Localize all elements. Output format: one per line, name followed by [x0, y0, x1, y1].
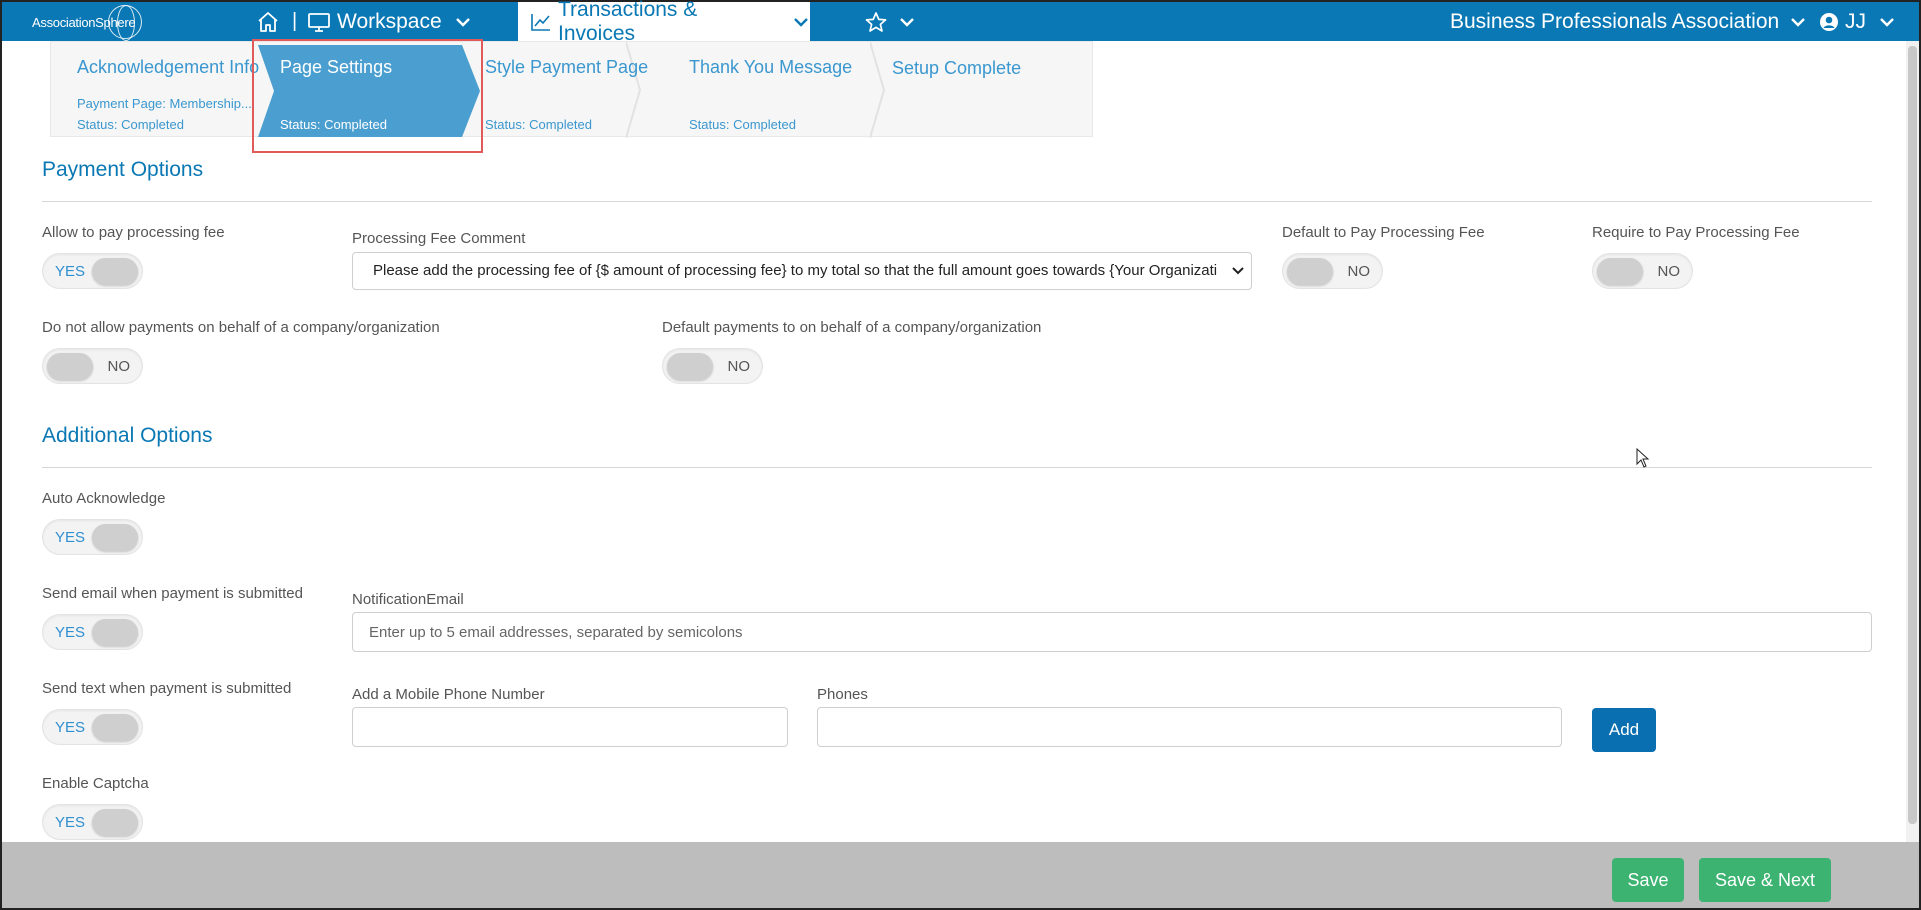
scrollbar-thumb[interactable] [1908, 46, 1917, 824]
default-behalf-company-label: Default payments to on behalf of a compa… [662, 319, 1042, 336]
require-processing-fee-toggle[interactable]: NO [1592, 253, 1693, 289]
auto-acknowledge-toggle[interactable]: YES [42, 519, 143, 555]
step-status: Status: Completed [77, 117, 184, 132]
save-and-next-button[interactable]: Save & Next [1699, 858, 1831, 902]
mobile-phone-label: Add a Mobile Phone Number [352, 686, 545, 703]
step-title: Acknowledgement Info [77, 57, 260, 77]
save-button[interactable]: Save [1612, 858, 1684, 902]
user-initials: JJ [1845, 9, 1866, 33]
chevron-down-icon [794, 17, 808, 27]
default-behalf-company-toggle[interactable]: NO [662, 348, 763, 384]
notification-email-input[interactable]: Enter up to 5 email addresses, separated… [352, 612, 1872, 652]
phones-label: Phones [817, 686, 868, 703]
send-email-toggle[interactable]: YES [42, 614, 143, 650]
enable-captcha-toggle[interactable]: YES [42, 804, 143, 840]
organization-name: Business Professionals Association [1450, 9, 1780, 33]
user-avatar-icon [1820, 12, 1838, 31]
send-email-label: Send email when payment is submitted [42, 585, 303, 602]
step-status: Status: Completed [485, 117, 592, 132]
require-processing-fee-label: Require to Pay Processing Fee [1592, 224, 1800, 241]
default-processing-fee-label: Default to Pay Processing Fee [1282, 224, 1485, 241]
step-divider-icon [870, 42, 886, 138]
chevron-down-icon [1880, 17, 1894, 27]
line-chart-icon [531, 13, 550, 31]
no-behalf-company-label: Do not allow payments on behalf of a com… [42, 319, 440, 336]
mouse-cursor-icon [1636, 448, 1650, 468]
mobile-phone-input[interactable] [352, 707, 788, 747]
step-title: Style Payment Page [485, 57, 649, 77]
send-text-label: Send text when payment is submitted [42, 680, 292, 697]
enable-captcha-label: Enable Captcha [42, 775, 149, 792]
transactions-invoices-menu[interactable]: Transactions & Invoices [518, 0, 810, 45]
phones-input[interactable] [817, 707, 1562, 747]
workspace-label: Workspace [337, 9, 442, 33]
chevron-down-icon [900, 17, 914, 27]
send-text-toggle[interactable]: YES [42, 709, 143, 745]
step-subtitle: Payment Page: Membership... [77, 96, 252, 111]
step-status: Status: Completed [689, 117, 796, 132]
chevron-down-icon [1231, 265, 1245, 277]
star-icon [865, 11, 887, 32]
notification-email-label: NotificationEmail [352, 591, 464, 608]
additional-options-title: Additional Options [42, 424, 213, 447]
chevron-down-icon [1791, 17, 1806, 27]
add-phone-button[interactable]: Add [1592, 708, 1656, 752]
section-divider [42, 201, 1872, 202]
allow-processing-fee-label: Allow to pay processing fee [42, 224, 225, 241]
monitor-icon [308, 12, 330, 32]
default-processing-fee-toggle[interactable]: NO [1282, 253, 1383, 289]
highlight-box [252, 39, 483, 153]
top-navigation-bar: AssociationSphere | Workspace Transactio… [2, 0, 1919, 45]
transactions-label: Transactions & Invoices [557, 0, 698, 45]
allow-processing-fee-toggle[interactable]: YES [42, 253, 143, 289]
organization-menu[interactable]: Business Professionals Association [1450, 2, 1807, 41]
nav-separator: | [292, 10, 298, 32]
no-behalf-company-toggle[interactable]: NO [42, 348, 143, 384]
chevron-down-icon [455, 17, 470, 27]
user-menu[interactable]: JJ [1819, 2, 1896, 41]
auto-acknowledge-label: Auto Acknowledge [42, 490, 166, 507]
step-title: Thank You Message [689, 57, 853, 77]
processing-fee-comment-label: Processing Fee Comment [352, 230, 526, 247]
home-button[interactable] [256, 2, 280, 41]
favorites-menu[interactable] [864, 2, 916, 41]
step-title: Setup Complete [892, 58, 1022, 78]
section-divider [42, 467, 1872, 468]
workspace-menu[interactable]: Workspace [307, 2, 472, 41]
processing-fee-comment-select[interactable]: Please add the processing fee of {$ amou… [352, 252, 1252, 290]
home-icon [258, 11, 278, 32]
payment-options-title: Payment Options [42, 158, 204, 181]
